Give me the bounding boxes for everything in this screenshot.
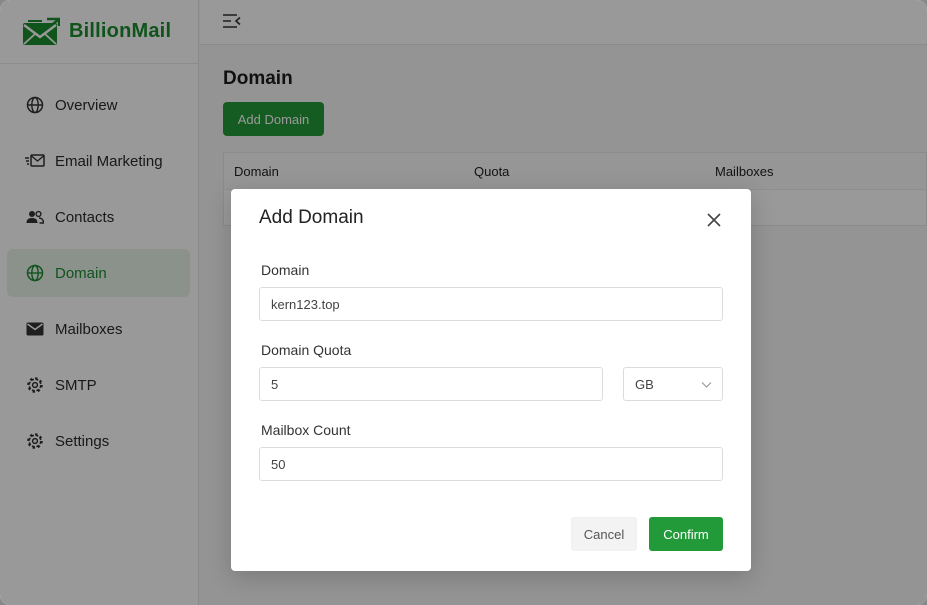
dialog-title: Add Domain (259, 207, 364, 228)
mailbox-count-label: Mailbox Count (261, 422, 351, 438)
cancel-button[interactable]: Cancel (571, 517, 637, 551)
domain-input[interactable] (259, 287, 723, 321)
mailbox-count-input[interactable] (259, 447, 723, 481)
domain-label: Domain (261, 262, 310, 278)
app-window: BillionMail Overview Email Marketing Con… (0, 0, 927, 605)
domain-quota-input[interactable] (259, 367, 603, 401)
quota-unit-select[interactable]: GB (623, 367, 723, 401)
add-domain-dialog: Add Domain Domain Domain Quota GB Mailbo… (231, 189, 751, 571)
domain-quota-label: Domain Quota (261, 342, 352, 358)
quota-unit-value: GB (635, 376, 654, 392)
close-icon[interactable] (704, 210, 724, 230)
confirm-button[interactable]: Confirm (649, 517, 723, 551)
chevron-down-icon (701, 382, 712, 388)
